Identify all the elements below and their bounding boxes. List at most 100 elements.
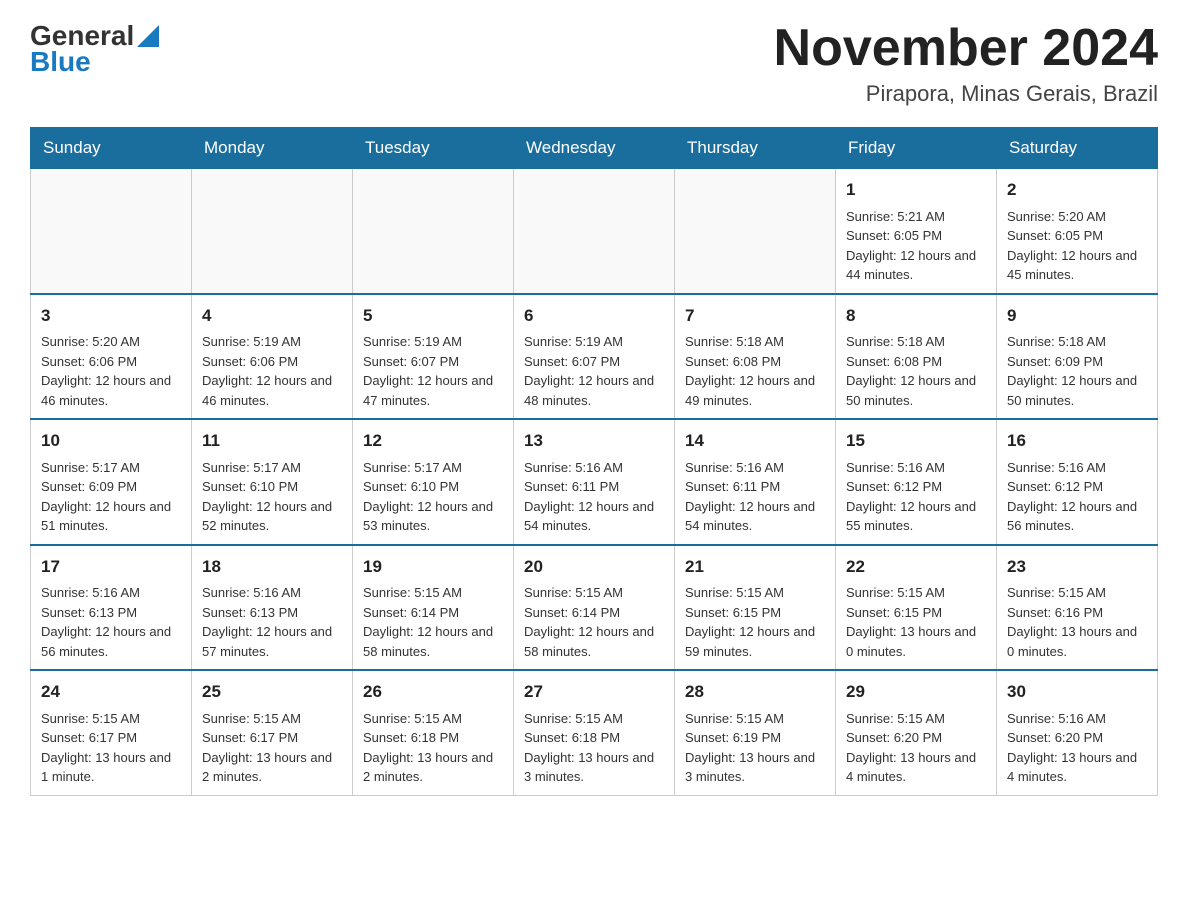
day-number: 9 [1007,303,1147,329]
calendar-cell [192,169,353,294]
day-info: Daylight: 13 hours and 4 minutes. [846,748,986,787]
day-number: 30 [1007,679,1147,705]
day-info: Sunset: 6:20 PM [846,728,986,748]
day-info: Sunrise: 5:16 AM [846,458,986,478]
day-info: Sunset: 6:09 PM [41,477,181,497]
calendar-cell: 10Sunrise: 5:17 AMSunset: 6:09 PMDayligh… [31,419,192,545]
day-number: 1 [846,177,986,203]
day-info: Sunset: 6:19 PM [685,728,825,748]
calendar-cell [353,169,514,294]
calendar-cell: 28Sunrise: 5:15 AMSunset: 6:19 PMDayligh… [675,670,836,795]
day-number: 26 [363,679,503,705]
day-number: 23 [1007,554,1147,580]
day-number: 27 [524,679,664,705]
day-info: Sunset: 6:14 PM [524,603,664,623]
day-info: Sunset: 6:16 PM [1007,603,1147,623]
day-info: Sunrise: 5:15 AM [685,709,825,729]
day-number: 12 [363,428,503,454]
day-number: 8 [846,303,986,329]
calendar-cell: 23Sunrise: 5:15 AMSunset: 6:16 PMDayligh… [997,545,1158,671]
day-info: Daylight: 12 hours and 45 minutes. [1007,246,1147,285]
day-info: Daylight: 12 hours and 50 minutes. [1007,371,1147,410]
day-info: Daylight: 12 hours and 47 minutes. [363,371,503,410]
week-row-0: 1 Sunrise: 5:21 AMSunset: 6:05 PM Daylight… [31,169,1158,294]
day-number: 21 [685,554,825,580]
day-info: Sunrise: 5:15 AM [363,709,503,729]
day-info: Sunrise: 5:15 AM [524,709,664,729]
title-section: November 2024 Pirapora, Minas Gerais, Br… [774,20,1158,107]
calendar-table: Sunday Monday Tuesday Wednesday Thursday… [30,127,1158,796]
day-info: Sunset: 6:13 PM [41,603,181,623]
day-number: 25 [202,679,342,705]
header-monday: Monday [192,128,353,169]
calendar-cell: 22 Sunrise: 5:15 AMSunset: 6:15 PMDayligh… [836,545,997,671]
day-number: 29 [846,679,986,705]
calendar-cell [514,169,675,294]
calendar-cell: 6Sunrise: 5:19 AMSunset: 6:07 PMDaylight… [514,294,675,420]
week-row-4: 24Sunrise: 5:15 AMSunset: 6:17 PMDayligh… [31,670,1158,795]
calendar-cell: 24Sunrise: 5:15 AMSunset: 6:17 PMDayligh… [31,670,192,795]
day-info: Sunrise: 5:15 AM [846,583,986,603]
calendar-cell: 3Sunrise: 5:20 AMSunset: 6:06 PMDaylight… [31,294,192,420]
day-info: Sunset: 6:11 PM [685,477,825,497]
month-title: November 2024 [774,20,1158,77]
calendar-cell: 25Sunrise: 5:15 AMSunset: 6:17 PMDayligh… [192,670,353,795]
day-info: Sunset: 6:17 PM [41,728,181,748]
day-info: Daylight: 13 hours and 2 minutes. [202,748,342,787]
week-row-2: 10Sunrise: 5:17 AMSunset: 6:09 PMDayligh… [31,419,1158,545]
logo: General Blue [30,20,159,78]
day-info: Sunset: 6:10 PM [363,477,503,497]
week-row-1: 3Sunrise: 5:20 AMSunset: 6:06 PMDaylight… [31,294,1158,420]
calendar-cell: 19Sunrise: 5:15 AMSunset: 6:14 PMDayligh… [353,545,514,671]
day-info: Sunset: 6:15 PM [846,603,986,623]
day-number: 3 [41,303,181,329]
day-info: Sunrise: 5:21 AM [846,207,986,227]
day-info: Daylight: 12 hours and 53 minutes. [363,497,503,536]
day-info: Daylight: 13 hours and 2 minutes. [363,748,503,787]
calendar-cell [675,169,836,294]
day-info: Sunset: 6:15 PM [685,603,825,623]
calendar-cell: 29 Sunrise: 5:15 AMSunset: 6:20 PMDayligh… [836,670,997,795]
day-info: Sunrise: 5:15 AM [363,583,503,603]
day-info: Sunset: 6:18 PM [524,728,664,748]
day-info: Sunset: 6:05 PM [846,226,986,246]
day-info: Sunset: 6:10 PM [202,477,342,497]
calendar-cell: 5Sunrise: 5:19 AMSunset: 6:07 PMDaylight… [353,294,514,420]
day-info: Daylight: 13 hours and 3 minutes. [685,748,825,787]
day-info: Daylight: 12 hours and 56 minutes. [41,622,181,661]
calendar-cell: 4Sunrise: 5:19 AMSunset: 6:06 PMDaylight… [192,294,353,420]
day-info: Sunrise: 5:15 AM [1007,583,1147,603]
day-number: 6 [524,303,664,329]
day-info: Daylight: 12 hours and 54 minutes. [685,497,825,536]
day-info: Daylight: 12 hours and 57 minutes. [202,622,342,661]
day-info: Daylight: 12 hours and 48 minutes. [524,371,664,410]
day-info: Daylight: 13 hours and 0 minutes. [846,622,986,661]
day-info: Sunset: 6:11 PM [524,477,664,497]
calendar-cell: 20Sunrise: 5:15 AMSunset: 6:14 PMDayligh… [514,545,675,671]
day-info: Sunrise: 5:15 AM [202,709,342,729]
day-info: Sunset: 6:06 PM [202,352,342,372]
logo-blue-text: Blue [30,46,91,78]
calendar-cell: 30Sunrise: 5:16 AMSunset: 6:20 PMDayligh… [997,670,1158,795]
day-info: Daylight: 13 hours and 1 minute. [41,748,181,787]
day-info: Daylight: 12 hours and 46 minutes. [41,371,181,410]
day-info: Sunrise: 5:20 AM [1007,207,1147,227]
header-tuesday: Tuesday [353,128,514,169]
day-info: Sunrise: 5:16 AM [1007,709,1147,729]
header-saturday: Saturday [997,128,1158,169]
location-text: Pirapora, Minas Gerais, Brazil [774,81,1158,107]
day-info: Sunrise: 5:16 AM [685,458,825,478]
day-info: Sunset: 6:09 PM [1007,352,1147,372]
day-number: 13 [524,428,664,454]
day-info: Sunrise: 5:17 AM [41,458,181,478]
header-friday: Friday [836,128,997,169]
calendar-cell: 26Sunrise: 5:15 AMSunset: 6:18 PMDayligh… [353,670,514,795]
day-number: 22 [846,554,986,580]
calendar-cell: 14Sunrise: 5:16 AMSunset: 6:11 PMDayligh… [675,419,836,545]
day-info: Sunrise: 5:15 AM [846,709,986,729]
day-info: Sunrise: 5:18 AM [685,332,825,352]
day-info: Sunrise: 5:18 AM [1007,332,1147,352]
day-number: 15 [846,428,986,454]
calendar-cell: 16Sunrise: 5:16 AMSunset: 6:12 PMDayligh… [997,419,1158,545]
calendar-cell: 1Sunrise: 5:21 AMSunset: 6:05 PMDaylight… [836,169,997,294]
